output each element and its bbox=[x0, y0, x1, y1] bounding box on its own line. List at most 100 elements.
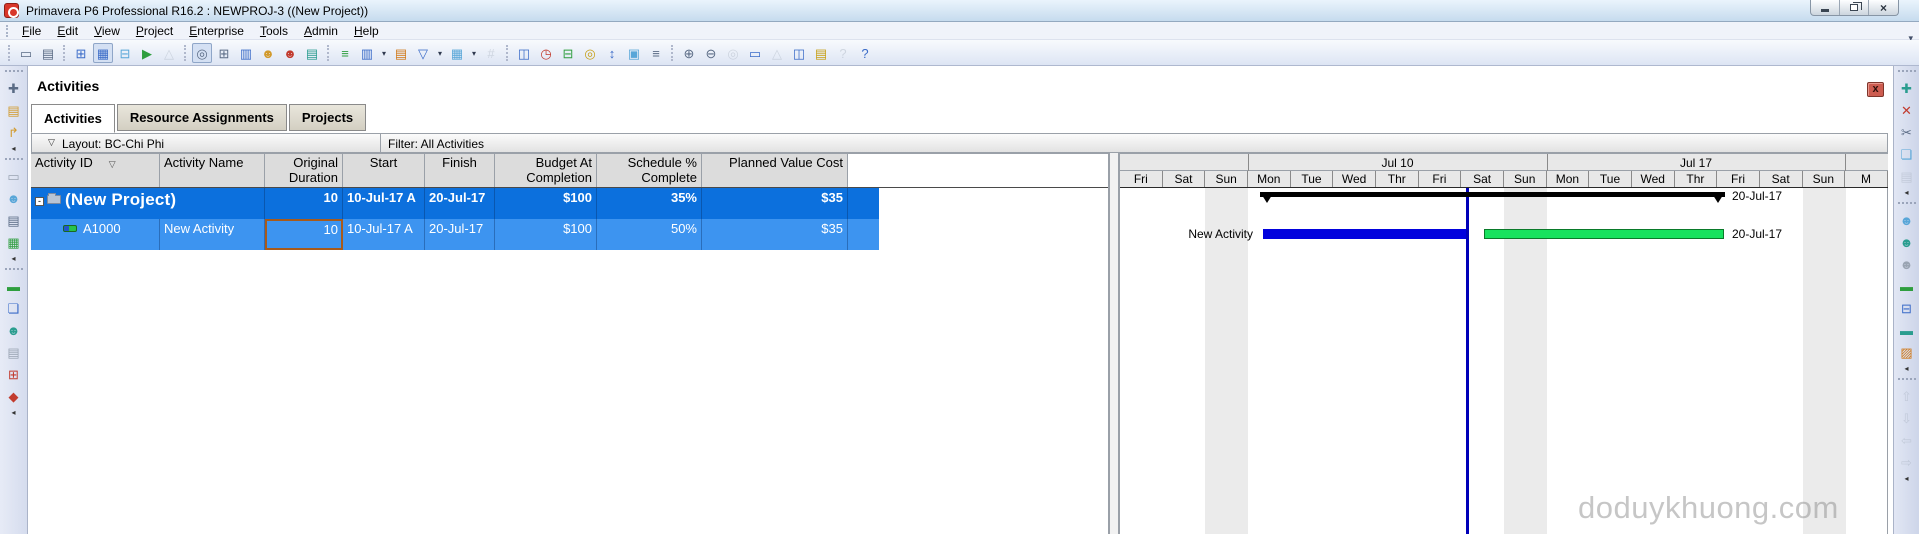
menu-item[interactable]: Admin bbox=[296, 23, 346, 39]
activity-id-cell[interactable]: A1000 bbox=[31, 219, 160, 250]
assign-successor-icon[interactable]: ▬ bbox=[1896, 320, 1918, 341]
level-resources-icon[interactable]: ↕ bbox=[602, 43, 622, 63]
projects-window-icon[interactable]: ▥ bbox=[236, 43, 256, 63]
assignments-icon[interactable]: ☻ bbox=[3, 320, 25, 341]
fit-screen-icon[interactable]: ▭ bbox=[745, 43, 765, 63]
columns-dropdown-icon[interactable]: ▾ bbox=[379, 43, 389, 63]
chevron-down-icon[interactable]: ▽ bbox=[48, 137, 55, 148]
layout-icon[interactable]: ▦ bbox=[93, 42, 113, 63]
group-finish-cell[interactable]: 20-Jul-17 bbox=[425, 188, 495, 219]
column-header-schedule-pct-complete[interactable]: Schedule % Complete bbox=[597, 154, 702, 187]
wps-docs-icon[interactable]: ▤ bbox=[3, 342, 25, 363]
menu-item[interactable]: Edit bbox=[49, 23, 86, 39]
collapse-expand-icon[interactable]: - bbox=[35, 197, 44, 206]
table-gantt-splitter[interactable] bbox=[1108, 153, 1120, 534]
global-change-icon[interactable]: ◎ bbox=[580, 43, 600, 63]
obs-window-icon[interactable]: ☻ bbox=[280, 43, 300, 63]
column-header-activity-id[interactable]: Activity ID ▽ bbox=[31, 154, 160, 187]
move-right-icon[interactable]: ⇨ bbox=[1896, 452, 1918, 473]
move-left-icon[interactable]: ⇦ bbox=[1896, 430, 1918, 451]
table-row-activity[interactable]: A1000 New Activity 10 10-Jul-17 A 20-Jul… bbox=[31, 219, 879, 250]
trace-logic-icon[interactable]: ⊟ bbox=[115, 43, 135, 63]
collapse-icon[interactable]: ◂ bbox=[3, 254, 25, 264]
group-and-sort-icon[interactable]: ▦ bbox=[447, 43, 467, 63]
toolbar-drag-handle[interactable] bbox=[63, 44, 66, 61]
wbs-icon[interactable]: ❏ bbox=[3, 298, 25, 319]
group-name-cell[interactable]: - (New Project) bbox=[31, 188, 265, 219]
column-header-planned-value-cost[interactable]: Planned Value Cost bbox=[702, 154, 848, 187]
collapse-icon[interactable]: ◂ bbox=[1896, 474, 1918, 484]
bars-icon[interactable]: ▤ bbox=[391, 43, 411, 63]
menu-item[interactable]: File bbox=[14, 23, 49, 39]
assign-predecessor-icon[interactable]: ⊟ bbox=[1896, 298, 1918, 319]
assign-resource-icon[interactable]: ☻ bbox=[1896, 210, 1918, 231]
filters-icon[interactable]: ▽ bbox=[413, 43, 433, 63]
paste-icon[interactable]: ▤ bbox=[1896, 166, 1918, 187]
menu-item[interactable]: Project bbox=[128, 23, 181, 39]
risks-icon[interactable]: ◆ bbox=[3, 386, 25, 407]
copy-project-icon[interactable]: ▣ bbox=[624, 43, 644, 63]
menu-item[interactable]: View bbox=[86, 23, 128, 39]
collapse-icon[interactable]: ◂ bbox=[1896, 188, 1918, 198]
planned-value-cell[interactable]: $35 bbox=[702, 219, 848, 250]
assign-role-icon[interactable]: ☻ bbox=[1896, 254, 1918, 275]
wbs-window-icon[interactable]: ⊞ bbox=[214, 43, 234, 63]
collapse-all-icon[interactable]: △ bbox=[767, 43, 787, 63]
minimize-button[interactable] bbox=[1811, 0, 1840, 15]
zoom-100-icon[interactable]: ◎ bbox=[723, 43, 743, 63]
delete-icon[interactable]: ✕ bbox=[1896, 100, 1918, 121]
cut-icon[interactable]: ✂ bbox=[1896, 122, 1918, 143]
drag-handle[interactable] bbox=[1897, 70, 1916, 76]
split-view-icon[interactable]: ◫ bbox=[789, 43, 809, 63]
budget-cell[interactable]: $100 bbox=[495, 219, 597, 250]
table-row-group[interactable]: - (New Project) 10 10-Jul-17 A 20-Jul-17 … bbox=[31, 188, 879, 219]
add-icon[interactable]: ✚ bbox=[1896, 78, 1918, 99]
wps-docs-window-icon[interactable]: ▤ bbox=[302, 43, 322, 63]
group-planned-value-cell[interactable]: $35 bbox=[702, 188, 848, 219]
menu-drag-handle[interactable] bbox=[6, 24, 9, 37]
filters-dropdown-icon[interactable]: ▾ bbox=[435, 43, 445, 63]
drag-handle[interactable] bbox=[1897, 202, 1916, 208]
print-preview-icon[interactable]: ▭ bbox=[16, 43, 36, 63]
restore-button[interactable] bbox=[1840, 0, 1869, 15]
group-original-duration-cell[interactable]: 10 bbox=[265, 188, 343, 219]
columns-icon[interactable]: ▥ bbox=[357, 43, 377, 63]
print-icon[interactable]: ▤ bbox=[38, 43, 58, 63]
panel-close-button[interactable]: x bbox=[1867, 82, 1884, 97]
toolbar-drag-handle[interactable] bbox=[671, 44, 674, 61]
start-cell[interactable]: 10-Jul-17 A bbox=[343, 219, 425, 250]
column-header-finish[interactable]: Finish bbox=[425, 154, 495, 187]
column-header-budget-at-completion[interactable]: Budget At Completion bbox=[495, 154, 597, 187]
projects-folder-icon[interactable]: ▭ bbox=[3, 166, 25, 187]
finish-cell[interactable]: 20-Jul-17 bbox=[425, 219, 495, 250]
group-budget-cell[interactable]: $100 bbox=[495, 188, 597, 219]
drag-handle[interactable] bbox=[4, 70, 23, 76]
toolbar-drag-handle[interactable] bbox=[184, 44, 187, 61]
group-start-cell[interactable]: 10-Jul-17 A bbox=[343, 188, 425, 219]
update-progress-icon[interactable]: △ bbox=[159, 43, 179, 63]
menu-item[interactable]: Help bbox=[346, 23, 387, 39]
help-icon[interactable]: ? bbox=[833, 43, 853, 63]
data-date-line[interactable] bbox=[1466, 188, 1469, 534]
original-duration-cell-selected[interactable]: 10 bbox=[265, 219, 343, 250]
open-project-icon[interactable]: ▤ bbox=[3, 100, 25, 121]
table-view-icon[interactable]: ⊞ bbox=[71, 43, 91, 63]
assign-resource-by-role-icon[interactable]: ☻ bbox=[1896, 232, 1918, 253]
tracking-icon[interactable]: ▦ bbox=[3, 232, 25, 253]
activity-details-icon[interactable]: ◫ bbox=[514, 43, 534, 63]
import-icon[interactable]: ↱ bbox=[3, 122, 25, 143]
copy-icon[interactable]: ❏ bbox=[1896, 144, 1918, 165]
drag-handle[interactable] bbox=[1897, 378, 1916, 384]
collapse-icon[interactable]: ◂ bbox=[3, 408, 25, 418]
move-up-icon[interactable]: ⇧ bbox=[1896, 386, 1918, 407]
activity-steps-icon[interactable]: ▨ bbox=[1896, 342, 1918, 363]
toolbar-drag-handle[interactable] bbox=[506, 44, 509, 61]
drag-handle[interactable] bbox=[4, 268, 23, 274]
toolbar-drag-handle[interactable] bbox=[8, 44, 11, 61]
tab-activities[interactable]: Activities bbox=[31, 104, 115, 133]
resources-window-icon[interactable]: ☻ bbox=[258, 43, 278, 63]
notebook-icon[interactable]: ▤ bbox=[811, 43, 831, 63]
activities-icon[interactable]: ▬ bbox=[3, 276, 25, 297]
new-project-icon[interactable]: ✚ bbox=[3, 78, 25, 99]
column-header-start[interactable]: Start bbox=[343, 154, 425, 187]
